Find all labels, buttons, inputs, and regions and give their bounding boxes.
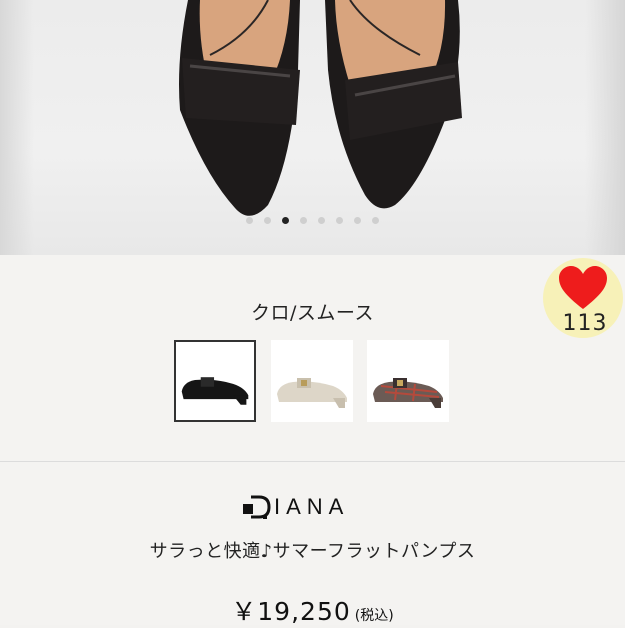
pagination-dot[interactable]: [372, 217, 379, 224]
pagination-dot[interactable]: [264, 217, 271, 224]
pagination-dot[interactable]: [300, 217, 307, 224]
beige-shoe-thumbnail: [277, 378, 347, 408]
tax-note: (税込): [354, 608, 394, 624]
pagination-dot[interactable]: [336, 217, 343, 224]
brand-name: IANA: [274, 494, 350, 519]
pagination-dot[interactable]: [354, 217, 361, 224]
pagination-dot[interactable]: [318, 217, 325, 224]
selected-color-name: クロ/スムース: [251, 302, 374, 324]
pagination-dot[interactable]: [246, 217, 253, 224]
price-value: ￥19,250: [231, 597, 351, 626]
product-title: サラっと快適♪サマーフラットパンプス: [149, 541, 476, 562]
color-swatches: [0, 340, 625, 424]
swatch-tweed[interactable]: [367, 340, 449, 422]
tweed-shoe-thumbnail: [373, 378, 443, 408]
black-shoe-thumbnail: [181, 377, 249, 405]
pagination-dot[interactable]: [282, 217, 289, 224]
brand-logo[interactable]: IANA: [243, 493, 383, 523]
image-pagination[interactable]: [0, 217, 625, 227]
swatch-black[interactable]: [174, 340, 256, 422]
brand-mark-icon: [243, 495, 271, 519]
section-divider: [0, 461, 625, 462]
swatch-beige[interactable]: [271, 340, 353, 422]
product-image[interactable]: [0, 0, 625, 255]
price: ￥19,250 (税込): [0, 592, 625, 628]
